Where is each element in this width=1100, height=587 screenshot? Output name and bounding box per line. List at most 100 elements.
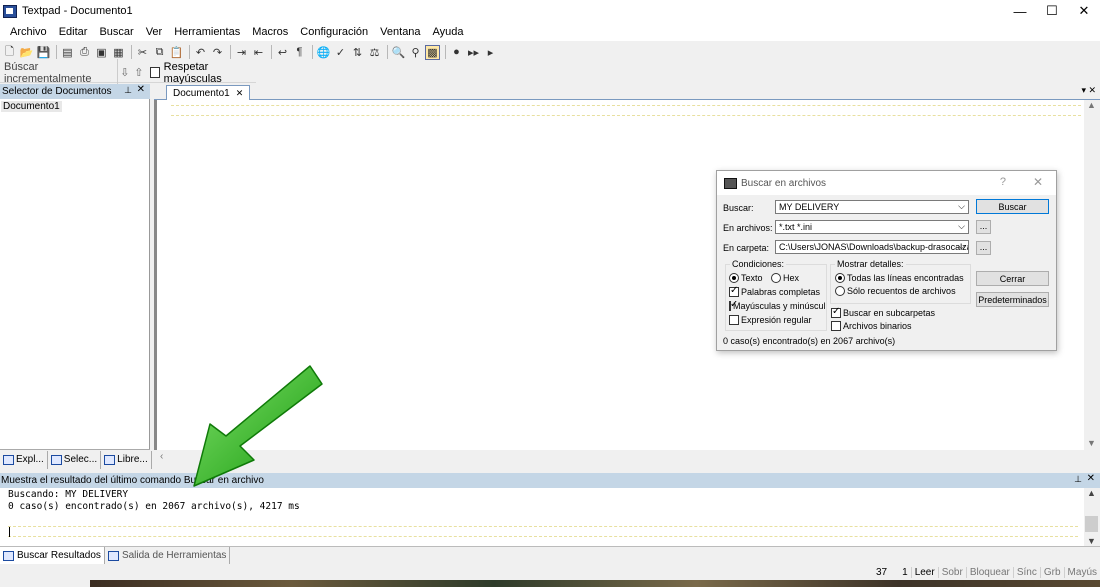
chevron-down-icon[interactable]: ⌵ — [958, 201, 965, 212]
close-icon[interactable]: ✕ — [137, 84, 145, 95]
scroll-down-icon[interactable]: ▼ — [1087, 438, 1096, 448]
option-file-counts-label: Sólo recuentos de archivos — [847, 286, 956, 296]
find-icon[interactable]: 🔍 — [391, 45, 406, 60]
new-file-icon[interactable]: 🗋 — [2, 45, 17, 60]
status-block: Bloquear — [965, 566, 1013, 578]
results-output[interactable]: Buscando: MY DELIVERY 0 caso(s) encontra… — [0, 488, 1084, 546]
toolbar-separator — [387, 45, 388, 59]
open-folder-icon[interactable]: 📂 — [19, 45, 34, 60]
menu-herramientas[interactable]: Herramientas — [168, 26, 246, 38]
match-case-checkbox[interactable] — [149, 67, 160, 78]
menu-ventana[interactable]: Ventana — [374, 26, 426, 38]
tab-clip-library[interactable]: Libre... — [101, 450, 152, 469]
find-button[interactable]: Buscar — [976, 199, 1049, 214]
macro-step-icon[interactable]: ▸ — [483, 45, 498, 60]
search-results-icon — [3, 550, 14, 561]
tab-explorer[interactable]: Expl... — [0, 450, 48, 469]
help-button[interactable]: ? — [1000, 176, 1006, 188]
pin-icon[interactable]: ⊥ — [1074, 474, 1082, 485]
tab-selector[interactable]: Selec... — [48, 450, 102, 469]
manage-files-icon[interactable]: ▦ — [111, 45, 126, 60]
tab-documento1[interactable]: Documento1 ✕ — [166, 85, 251, 100]
checkbox-binary-files — [831, 321, 841, 331]
green-arrow-annotation — [193, 365, 323, 487]
folder-input[interactable]: C:\Users\JONAS\Downloads\backup-drasocal… — [775, 240, 969, 254]
outdent-icon[interactable]: ⇤ — [251, 45, 266, 60]
macro-record-icon[interactable]: ● — [449, 45, 464, 60]
print-icon[interactable]: ⎙ — [77, 45, 92, 60]
compare-icon[interactable]: ⚖ — [367, 45, 382, 60]
option-binary-files[interactable]: Archivos binarios — [831, 321, 912, 331]
undo-icon[interactable]: ↶ — [193, 45, 208, 60]
indent-icon[interactable]: ⇥ — [234, 45, 249, 60]
spell-check-icon[interactable]: ✓ — [333, 45, 348, 60]
menu-bar: Archivo Editar Buscar Ver Herramientas M… — [0, 22, 1100, 41]
visible-spaces-icon[interactable]: ¶ — [292, 45, 307, 60]
close-dialog-button[interactable]: Cerrar — [976, 271, 1049, 286]
menu-ayuda[interactable]: Ayuda — [427, 26, 470, 38]
redo-icon[interactable]: ↷ — [210, 45, 225, 60]
browser-icon[interactable]: 🌐 — [316, 45, 331, 60]
search-up-icon[interactable]: ⇧ — [132, 66, 146, 79]
option-match-case[interactable]: Mayúsculas y minúsculas — [729, 301, 825, 311]
incremental-search-input[interactable]: Búscar incrementalmente — [0, 58, 118, 87]
find-in-files-icon[interactable]: ▩ — [425, 44, 440, 60]
paste-icon[interactable]: 📋 — [169, 45, 184, 60]
tab-explorer-label: Expl... — [16, 454, 44, 465]
files-input[interactable]: *.txt *.ini ⌵ — [775, 220, 969, 234]
menu-editar[interactable]: Editar — [53, 26, 94, 38]
find-input[interactable]: MY DELIVERY ⌵ — [775, 200, 969, 214]
close-tab-icon[interactable]: ✕ — [236, 88, 244, 99]
save-icon[interactable]: 💾 — [36, 45, 51, 60]
scroll-up-icon[interactable]: ▲ — [1087, 100, 1096, 110]
word-wrap-icon[interactable]: ↩ — [275, 45, 290, 60]
editor-vertical-scrollbar[interactable]: ▲ ▼ — [1084, 100, 1100, 450]
scroll-up-icon[interactable]: ▲ — [1087, 488, 1096, 498]
browse-folder-button[interactable]: ... — [976, 241, 991, 255]
macro-play-icon[interactable]: ▸▸ — [466, 45, 481, 60]
find-label: Buscar: — [723, 203, 754, 213]
tab-list-icon[interactable]: ▾ ✕ — [1081, 85, 1096, 96]
close-icon[interactable]: ✕ — [1087, 473, 1095, 484]
close-window-button[interactable]: ✕ — [1068, 0, 1100, 22]
toolbar-separator — [230, 45, 231, 59]
option-hex[interactable]: Hex — [771, 273, 799, 283]
cut-icon[interactable]: ✂ — [135, 45, 150, 60]
minimize-button[interactable]: — — [1004, 0, 1036, 22]
menu-configuracion[interactable]: Configuración — [294, 26, 374, 38]
toolbar-separator — [56, 45, 57, 59]
browse-files-button[interactable]: ... — [976, 220, 991, 234]
menu-macros[interactable]: Macros — [246, 26, 294, 38]
results-vertical-scrollbar[interactable]: ▲ ▼ — [1084, 488, 1100, 546]
document-list-item[interactable]: Documento1 — [1, 101, 62, 112]
document-selector-title: Selector de Documentos — [2, 86, 112, 97]
option-text[interactable]: Texto — [729, 273, 763, 283]
dialog-close-button[interactable]: ✕ — [1033, 175, 1043, 189]
save-all-icon[interactable]: ▤ — [60, 45, 75, 60]
tab-tool-output[interactable]: Salida de Herramientas — [105, 547, 231, 564]
checkbox-regex — [729, 315, 739, 325]
scroll-down-icon[interactable]: ▼ — [1087, 536, 1096, 546]
pin-icon[interactable]: ⊥ — [124, 85, 132, 96]
chevron-down-icon[interactable]: ⌵ — [958, 221, 965, 232]
scrollbar-thumb[interactable] — [1085, 516, 1098, 532]
option-file-counts[interactable]: Sólo recuentos de archivos — [835, 286, 956, 296]
print-preview-icon[interactable]: ▣ — [94, 45, 109, 60]
menu-ver[interactable]: Ver — [140, 26, 169, 38]
option-all-lines[interactable]: Todas las líneas encontradas — [835, 273, 964, 283]
option-subfolders[interactable]: Buscar en subcarpetas — [831, 306, 935, 318]
maximize-button[interactable]: ☐ — [1036, 0, 1068, 22]
chevron-down-icon[interactable]: ⌵ — [958, 241, 965, 252]
option-regex[interactable]: Expresión regular — [729, 315, 812, 325]
find-next-icon[interactable]: ⚲ — [408, 45, 423, 60]
sort-icon[interactable]: ⇅ — [350, 45, 365, 60]
find-in-files-dialog: Buscar en archivos ? ✕ Buscar: MY DELIVE… — [716, 170, 1057, 351]
copy-icon[interactable]: ⧉ — [152, 45, 167, 60]
menu-archivo[interactable]: Archivo — [4, 26, 53, 38]
defaults-button[interactable]: Predeterminados — [976, 292, 1049, 307]
search-down-icon[interactable]: ⇩ — [118, 66, 132, 79]
toolbar-separator — [312, 45, 313, 59]
option-whole-words[interactable]: Palabras completas — [729, 285, 820, 297]
menu-buscar[interactable]: Buscar — [93, 26, 139, 38]
tab-search-results[interactable]: Buscar Resultados — [0, 547, 105, 564]
